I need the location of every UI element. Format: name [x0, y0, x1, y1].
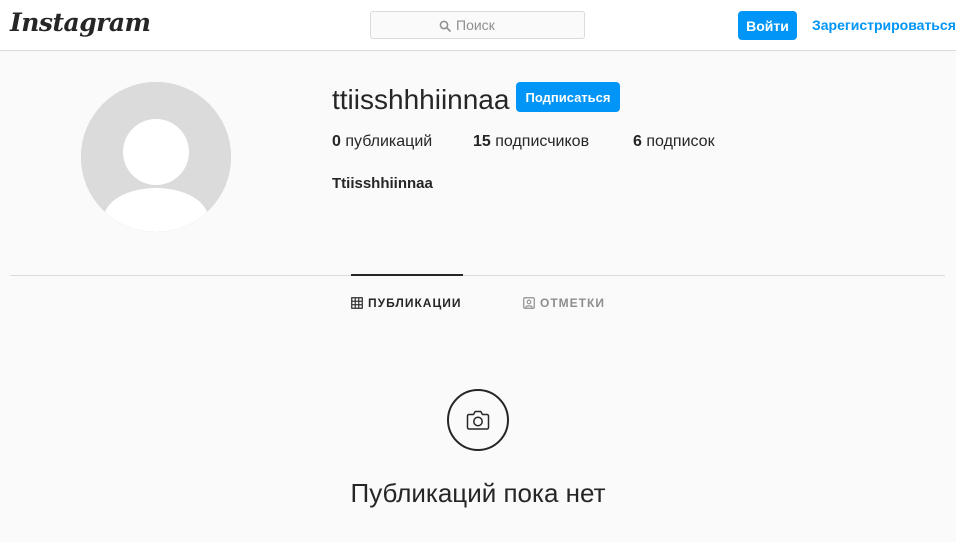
posts-count-stat: 0 публикаций: [332, 133, 432, 151]
top-navigation-bar: Instagram Войти Зарегистрироваться: [0, 0, 956, 51]
followers-count-stat[interactable]: 15 подписчиков: [473, 133, 589, 151]
default-avatar-icon: [81, 82, 231, 232]
search-box[interactable]: [370, 11, 585, 39]
grid-icon: [351, 297, 363, 309]
instagram-logo[interactable]: Instagram: [10, 8, 151, 37]
search-input[interactable]: [456, 17, 516, 33]
followers-label: подписчиков: [490, 133, 590, 150]
empty-state-camera-circle: [447, 389, 509, 451]
tab-tagged-label: ОТМЕТКИ: [540, 296, 605, 310]
login-button[interactable]: Войти: [738, 11, 797, 40]
camera-icon: [466, 410, 490, 430]
posts-count: 0: [332, 133, 341, 150]
posts-label: публикаций: [340, 133, 433, 150]
signup-link[interactable]: Зарегистрироваться: [812, 17, 956, 33]
search-icon: [439, 19, 451, 32]
profile-full-name: Ttiisshhiinnaa: [332, 175, 433, 192]
tab-posts[interactable]: ПУБЛИКАЦИИ: [351, 296, 461, 310]
tab-tagged[interactable]: ОТМЕТКИ: [523, 296, 605, 310]
tabs-divider: [10, 275, 945, 276]
tab-posts-label: ПУБЛИКАЦИИ: [368, 296, 462, 310]
profile-avatar[interactable]: [81, 82, 231, 232]
tagged-user-icon: [523, 297, 535, 309]
profile-username: ttiisshhhiinnaa: [332, 84, 510, 115]
following-label: подписок: [641, 133, 715, 150]
followers-count: 15: [473, 133, 491, 150]
follow-button[interactable]: Подписаться: [516, 82, 620, 112]
following-count: 6: [633, 133, 642, 150]
following-count-stat[interactable]: 6 подписок: [633, 133, 715, 151]
empty-state-text: Публикаций пока нет: [350, 478, 606, 508]
active-tab-indicator: [351, 274, 463, 276]
